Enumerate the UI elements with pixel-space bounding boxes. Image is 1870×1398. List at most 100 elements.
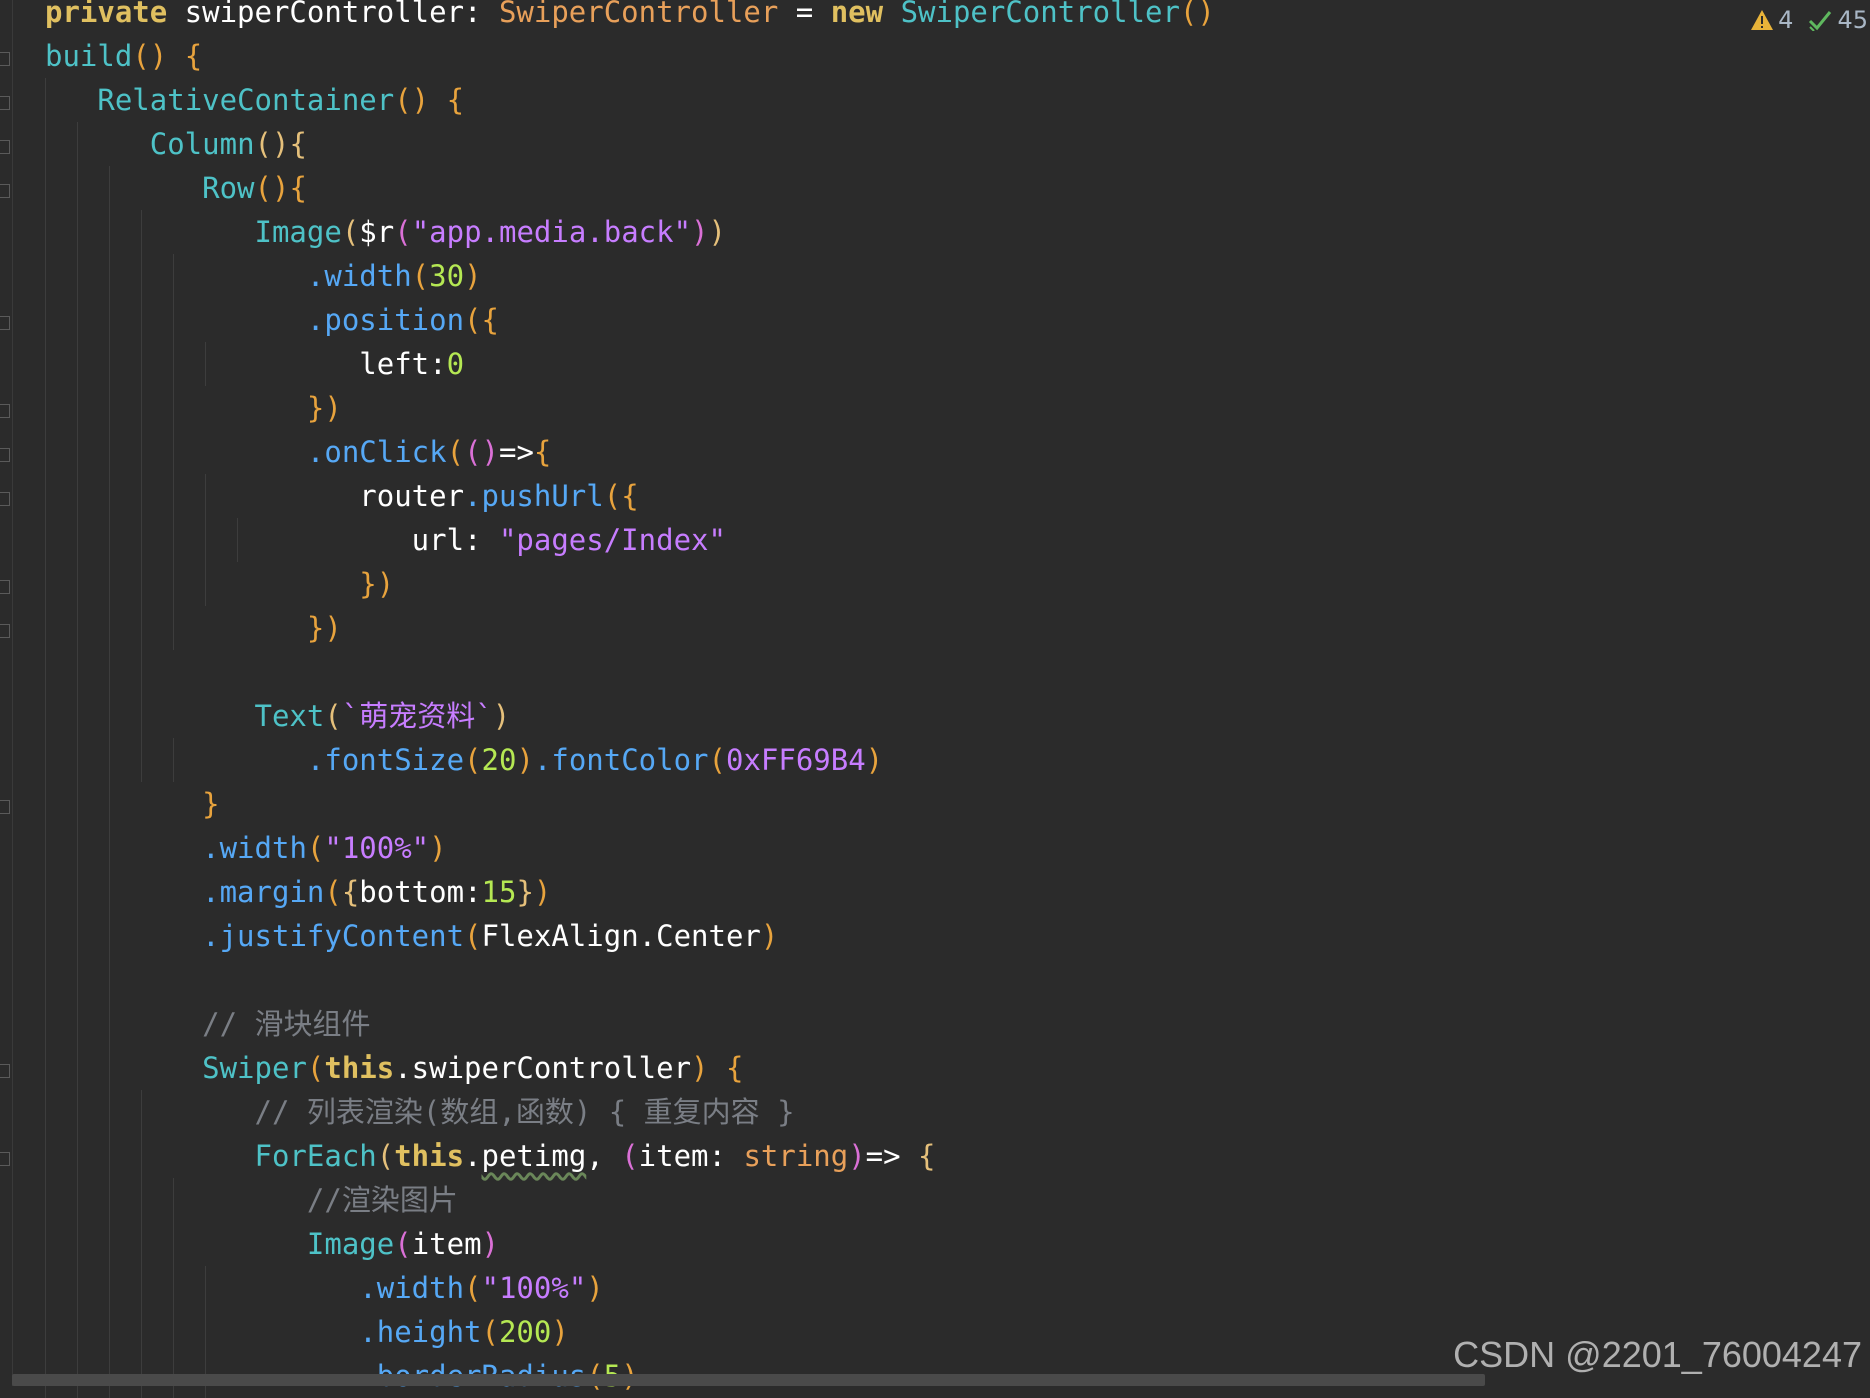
code-token: SwiperController (498, 0, 779, 29)
indent-guide (77, 474, 78, 518)
indent-guide (77, 254, 78, 298)
code-line: .onClick(()=>{ (45, 430, 1870, 474)
code-token: ( (464, 919, 482, 953)
code-token: ) (464, 259, 482, 293)
code-token: .width (359, 1271, 465, 1305)
fold-marker[interactable] (0, 184, 10, 198)
code-token: .width (202, 831, 307, 865)
code-token: } (516, 875, 534, 909)
code-token: left (359, 347, 430, 381)
indent-guide (45, 1178, 46, 1222)
code-token: .pushUrl (464, 479, 604, 513)
indent-guide (141, 694, 142, 738)
code-comment: // 滑块组件 (202, 1007, 371, 1041)
indent-guide (141, 1222, 142, 1266)
code-token: Column (149, 127, 255, 161)
code-token: () (464, 435, 499, 469)
fold-marker[interactable] (0, 580, 10, 594)
code-line: private swiperController: SwiperControll… (45, 0, 1870, 34)
indent-guide (45, 562, 46, 606)
indent-guide (173, 386, 174, 430)
code-token: Image (306, 1227, 395, 1261)
indent-guide (237, 518, 238, 562)
fold-marker[interactable] (0, 316, 10, 330)
indent-guide (77, 826, 78, 870)
code-token: $r (359, 215, 395, 249)
code-token: ( (464, 303, 482, 337)
code-token: { (708, 1051, 744, 1085)
code-token: ) (865, 743, 884, 777)
indent-guide (141, 1178, 142, 1222)
fold-marker[interactable] (0, 1064, 10, 1078)
fold-marker[interactable] (0, 52, 10, 66)
editor-gutter (0, 0, 13, 1386)
indent-guide (45, 1134, 46, 1178)
code-token: ( (394, 1227, 412, 1261)
indent-guide (141, 474, 142, 518)
watermark: CSDN @2201_76004247 (1453, 1334, 1862, 1375)
code-token: .fontColor (533, 743, 709, 777)
code-token: url (411, 523, 465, 557)
indent-guide (173, 254, 174, 298)
indent-guide (109, 1266, 110, 1310)
code-token: } (202, 787, 220, 821)
indent-guide (77, 562, 78, 606)
indent-guide (109, 914, 110, 958)
indent-guide (109, 650, 110, 694)
indent-guide (77, 694, 78, 738)
fold-marker[interactable] (0, 404, 10, 418)
code-token: .position (306, 303, 465, 337)
code-token: ( (481, 1315, 499, 1349)
code-token: ( (464, 1271, 482, 1305)
code-token: : (429, 347, 447, 381)
fold-marker[interactable] (0, 96, 10, 110)
fold-marker[interactable] (0, 1152, 10, 1166)
horizontal-scrollbar[interactable] (12, 1374, 1485, 1386)
indent-guide (141, 342, 142, 386)
code-token: ) (586, 1271, 604, 1305)
indent-guide (77, 958, 78, 1002)
code-token: .margin (202, 875, 325, 909)
code-token: . (464, 1139, 482, 1173)
code-token: { (341, 875, 360, 909)
indent-guide (109, 694, 110, 738)
code-line: .margin({bottom:15}) (45, 870, 1870, 914)
indent-guide (45, 694, 46, 738)
indent-guide (141, 210, 142, 254)
code-comment: // 列表渲染(数组,函数) { 重复内容 } (254, 1095, 795, 1129)
fold-marker[interactable] (0, 492, 10, 506)
indent-guide (141, 738, 142, 782)
indent-guide (45, 254, 46, 298)
code-token: ForEach (254, 1139, 377, 1173)
indent-guide (173, 606, 174, 650)
fold-marker[interactable] (0, 140, 10, 154)
fold-marker[interactable] (0, 800, 10, 814)
indent-guide (173, 430, 174, 474)
code-token: Text (254, 699, 325, 733)
code-token: } (359, 567, 377, 601)
code-token: : (464, 523, 499, 557)
code-line (45, 650, 1870, 694)
fold-marker[interactable] (0, 448, 10, 462)
code-token: ( (464, 743, 482, 777)
code-token: bottom (359, 875, 465, 909)
indent-guide (77, 606, 78, 650)
code-token: ( (603, 479, 622, 513)
indent-guide (109, 1046, 110, 1090)
fold-marker[interactable] (0, 624, 10, 638)
indent-guide (141, 562, 142, 606)
code-token: , (586, 1139, 622, 1173)
indent-guide (205, 342, 206, 386)
code-token: .Center (638, 919, 761, 953)
indent-guide (45, 298, 46, 342)
code-token: .swiperController (394, 1051, 692, 1085)
indent-guide (141, 1310, 142, 1354)
indent-guide (109, 958, 110, 1002)
code-token: () (254, 127, 290, 161)
code-token: ) (708, 215, 726, 249)
code-token: => (865, 1139, 901, 1173)
indent-guide (77, 1222, 78, 1266)
code-editor[interactable]: private swiperController: SwiperControll… (45, 0, 1870, 1398)
indent-guide (45, 430, 46, 474)
